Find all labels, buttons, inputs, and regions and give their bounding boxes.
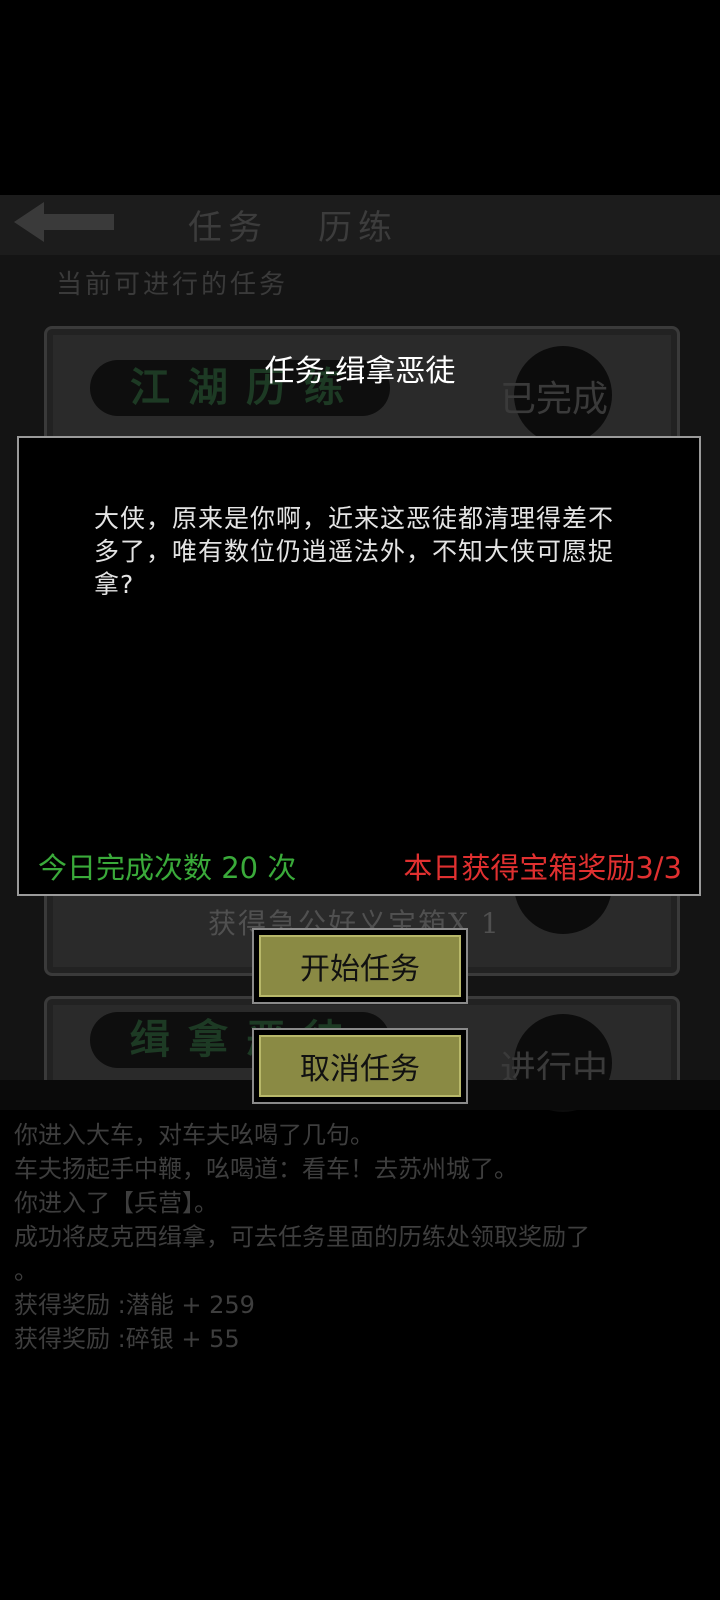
tab-tasks[interactable]: 任务	[188, 200, 268, 249]
log-line: 获得奖励 :碎银 + 55	[14, 1325, 240, 1353]
section-header: 当前可进行的任务	[56, 270, 289, 300]
message-log: 你进入大车，对车夫吆喝了几句。 车夫扬起手中鞭，吆喝道：看车！去苏州城了。 你进…	[14, 1118, 714, 1356]
start-task-label: 开始任务	[259, 935, 461, 997]
cancel-task-button[interactable]: 取消任务	[252, 1028, 468, 1104]
log-line: 。	[14, 1257, 38, 1285]
log-line: 你进入大车，对车夫吆喝了几句。	[14, 1121, 374, 1149]
log-line: 成功将皮克西缉拿，可去任务里面的历练处领取奖励了	[14, 1223, 590, 1251]
today-completion-count: 今日完成次数 20 次	[38, 851, 297, 885]
log-line: 车夫扬起手中鞭，吆喝道：看车！去苏州城了。	[14, 1155, 518, 1183]
dialog-title: 任务-缉拿恶徒	[264, 354, 456, 389]
back-arrow-icon[interactable]	[14, 200, 114, 244]
cancel-task-label: 取消任务	[259, 1035, 461, 1097]
log-line: 你进入了【兵营】。	[14, 1189, 218, 1217]
tab-training[interactable]: 历练	[318, 200, 398, 249]
start-task-button[interactable]: 开始任务	[252, 928, 468, 1004]
dialog-message: 大侠，原来是你啊，近来这恶徒都清理得差不多了，唯有数位仍逍遥法外，不知大侠可愿捉…	[94, 504, 615, 599]
log-line: 获得奖励 :潜能 + 259	[14, 1291, 255, 1319]
daily-chest-reward: 本日获得宝箱奖励3/3	[403, 851, 682, 885]
